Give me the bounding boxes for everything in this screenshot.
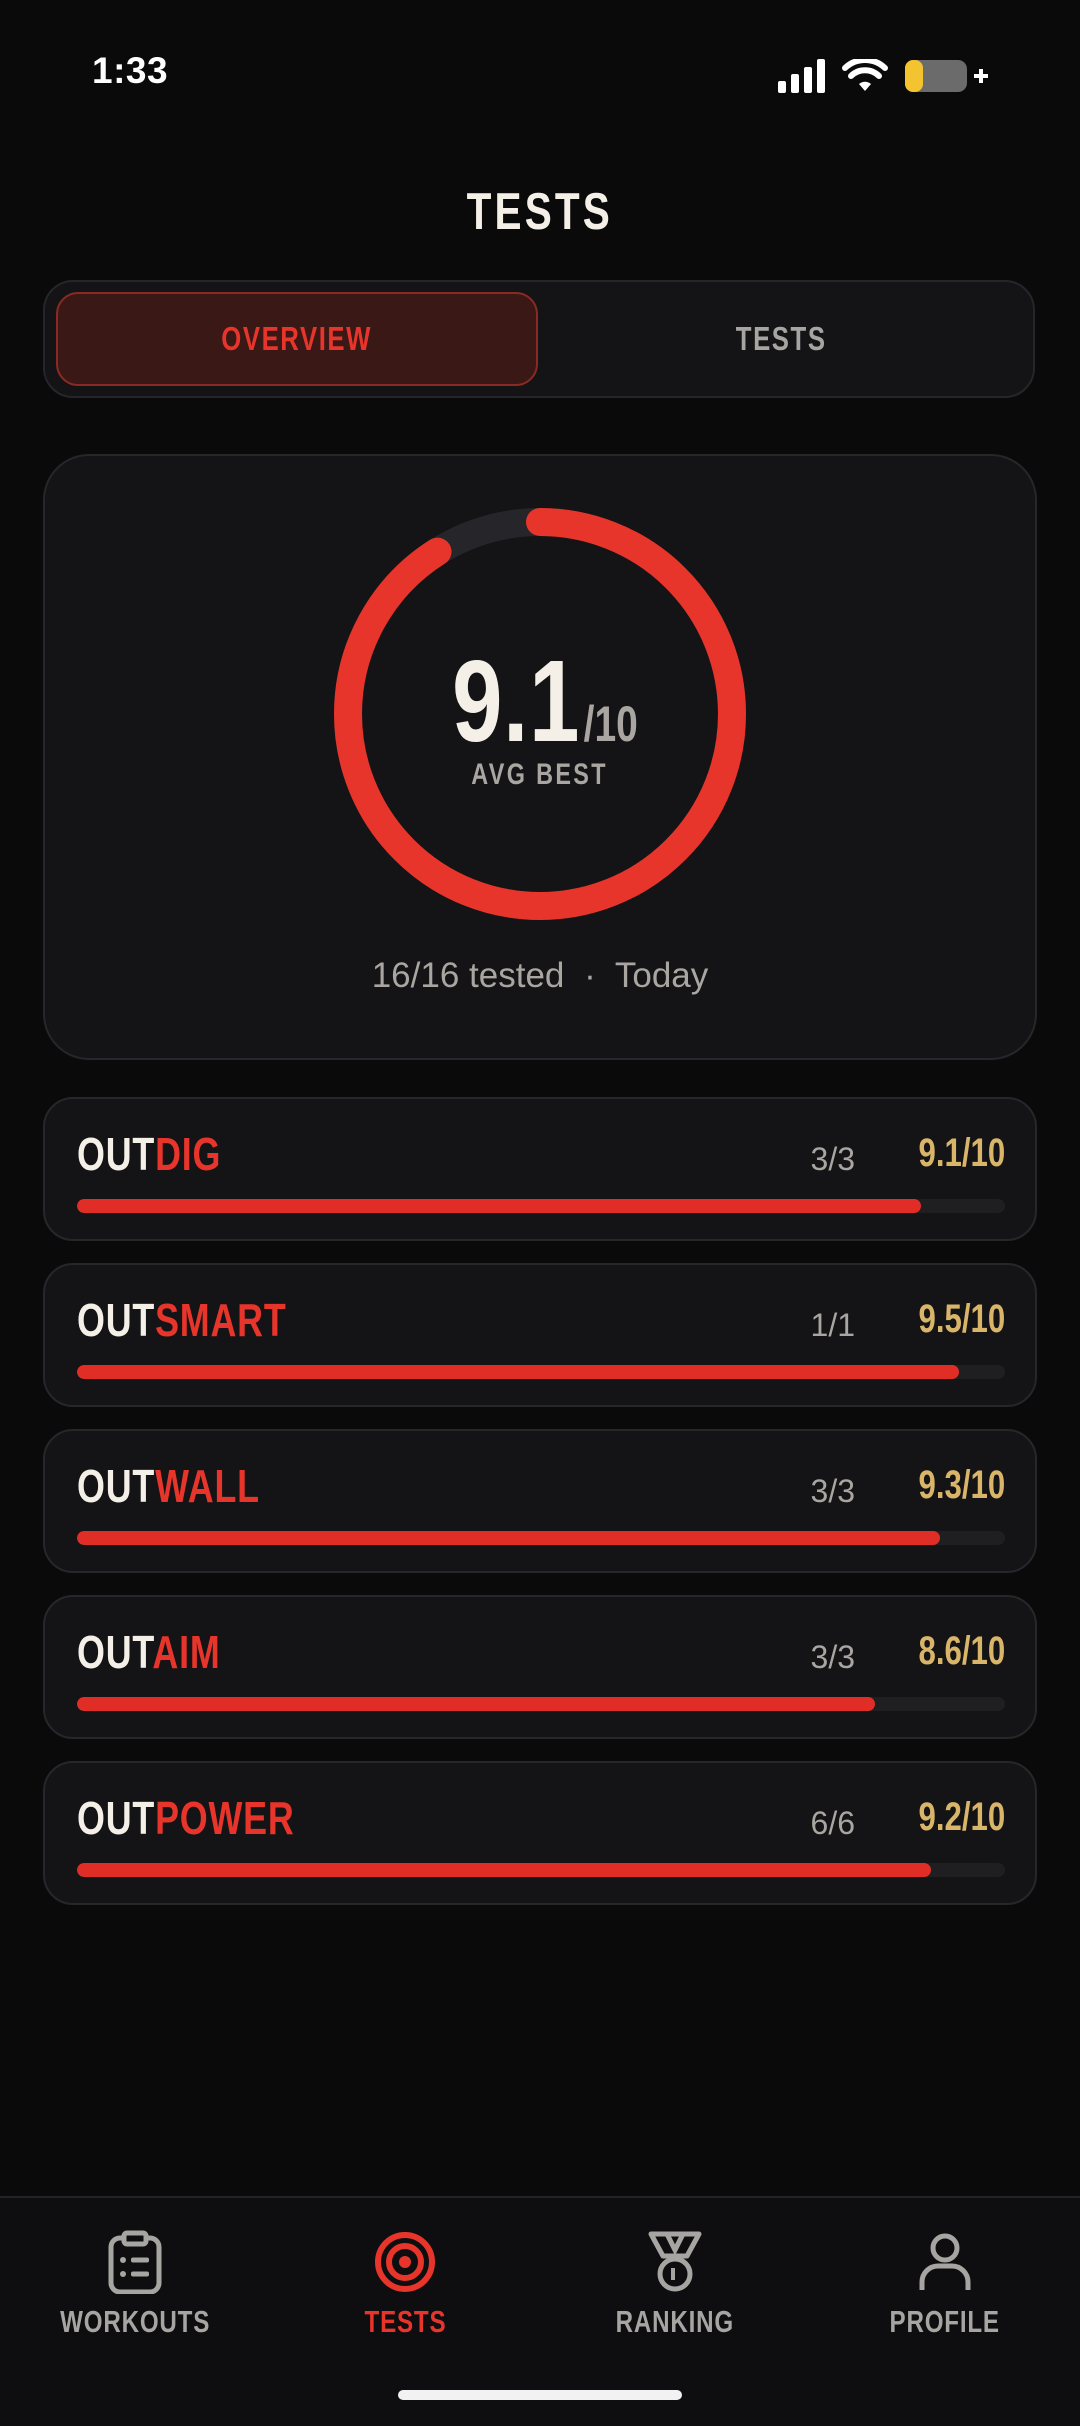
medal-icon <box>648 2231 702 2292</box>
category-progress-track <box>77 1365 1005 1379</box>
score-value: 9.1 <box>452 636 581 766</box>
category-card-outaim[interactable]: OUTAIM 3/3 8.6/10 <box>43 1595 1037 1739</box>
category-name: OUTPOWER <box>77 1792 295 1844</box>
category-card-outpower[interactable]: OUTPOWER 6/6 9.2/10 <box>43 1761 1037 1905</box>
category-name: OUTAIM <box>77 1626 221 1678</box>
avg-best-label: AVG BEST <box>471 758 609 791</box>
category-count: 3/3 <box>810 1141 855 1177</box>
category-progress-fill <box>77 1697 876 1711</box>
wifi-icon <box>842 59 888 91</box>
tab-label: PROFILE <box>889 2304 1001 2339</box>
tab-ranking[interactable]: RANKING <box>540 2230 810 2340</box>
clipboard-icon <box>108 2230 162 2294</box>
tested-date: Today <box>614 956 709 995</box>
category-card-outdig[interactable]: OUTDIG 3/3 9.1/10 <box>43 1097 1037 1241</box>
tab-tests-nav[interactable]: TESTS <box>270 2230 540 2340</box>
category-name: OUTWALL <box>77 1460 260 1512</box>
category-progress-track <box>77 1863 1005 1877</box>
category-name: OUTSMART <box>77 1294 287 1346</box>
category-progress-track <box>77 1531 1005 1545</box>
battery-charging-icon <box>905 60 988 92</box>
cellular-signal-icon <box>778 59 825 93</box>
category-progress-fill <box>77 1531 941 1545</box>
category-count: 6/6 <box>810 1805 855 1841</box>
tested-summary: 16/16 tested · Today <box>45 956 1035 996</box>
home-indicator[interactable] <box>398 2390 682 2400</box>
tab-tests[interactable]: TESTS <box>540 292 1022 386</box>
tab-workouts[interactable]: WORKOUTS <box>0 2230 270 2340</box>
category-card-outsmart[interactable]: OUTSMART 1/1 9.5/10 <box>43 1263 1037 1407</box>
category-count: 3/3 <box>810 1639 855 1675</box>
page-title: TESTS <box>466 183 614 241</box>
person-icon <box>919 2233 971 2290</box>
separator-dot: · <box>584 956 596 995</box>
score-suffix: /10 <box>584 696 639 752</box>
status-icons <box>778 58 988 94</box>
category-name: OUTDIG <box>77 1128 222 1180</box>
category-score: 9.1/10 <box>918 1131 1005 1175</box>
overview-card: 9.1/10 AVG BEST 16/16 tested · Today <box>43 454 1037 1060</box>
category-progress-track <box>77 1199 1005 1213</box>
status-time: 1:33 <box>92 50 169 91</box>
category-score: 9.2/10 <box>918 1795 1005 1839</box>
category-card-outwall[interactable]: OUTWALL 3/3 9.3/10 <box>43 1429 1037 1573</box>
category-score: 9.3/10 <box>918 1463 1005 1507</box>
target-icon <box>375 2232 435 2292</box>
category-count: 1/1 <box>810 1307 855 1343</box>
category-progress-fill <box>77 1199 922 1213</box>
tab-label: RANKING <box>615 2304 735 2339</box>
tested-count: 16/16 tested <box>371 956 565 995</box>
category-score: 9.5/10 <box>918 1297 1005 1341</box>
category-progress-fill <box>77 1365 959 1379</box>
score-display: 9.1/10 <box>45 634 1035 768</box>
tab-overview[interactable]: OVERVIEW <box>56 292 538 386</box>
tab-label: WORKOUTS <box>60 2304 210 2339</box>
category-progress-track <box>77 1697 1005 1711</box>
category-progress-fill <box>77 1863 931 1877</box>
segmented-control: OVERVIEW TESTS <box>43 280 1035 398</box>
category-score: 8.6/10 <box>918 1629 1005 1673</box>
tab-profile[interactable]: PROFILE <box>810 2230 1080 2340</box>
status-bar: 1:33 <box>0 0 1080 140</box>
tab-label: TESTS <box>364 2304 446 2339</box>
category-count: 3/3 <box>810 1473 855 1509</box>
